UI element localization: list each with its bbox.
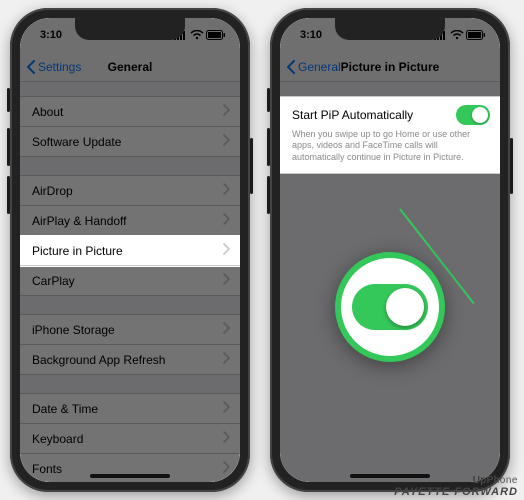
row-label: About [32, 105, 63, 119]
pip-content: Start PiP Automatically When you swipe u… [280, 82, 500, 482]
navbar-right: General Picture in Picture [280, 52, 500, 82]
pip-setting-description: When you swipe up to go Home or use othe… [292, 129, 490, 163]
chevron-right-icon [222, 461, 230, 476]
chevron-right-icon [222, 273, 230, 288]
row-label: Picture in Picture [32, 244, 123, 258]
zoom-lens [335, 252, 445, 362]
navbar-left: Settings General [20, 52, 240, 82]
volume-up[interactable] [267, 128, 270, 166]
back-button[interactable]: General [286, 60, 341, 74]
chevron-right-icon [222, 401, 230, 416]
mute-switch[interactable] [7, 88, 10, 112]
settings-row[interactable]: Picture in Picture [20, 236, 240, 266]
settings-row[interactable]: AirPlay & Handoff [20, 206, 240, 236]
notch [335, 18, 445, 40]
row-label: Keyboard [32, 432, 83, 446]
battery-icon [206, 30, 226, 40]
pip-setting-label: Start PiP Automatically [292, 108, 413, 122]
settings-row[interactable]: Keyboard [20, 424, 240, 454]
home-indicator[interactable] [90, 474, 170, 478]
back-label: Settings [38, 60, 81, 74]
row-label: AirPlay & Handoff [32, 214, 127, 228]
volume-down[interactable] [267, 176, 270, 214]
battery-icon [466, 30, 486, 40]
pip-toggle[interactable] [456, 105, 490, 125]
screen-left: 3:10 Settings General About Software Upda… [20, 18, 240, 482]
phone-right: 3:10 General Picture in Picture Start Pi [270, 8, 510, 492]
chevron-left-icon [286, 60, 296, 74]
toggle-knob [472, 107, 488, 123]
chevron-right-icon [222, 431, 230, 446]
chevron-right-icon [222, 322, 230, 337]
row-label: Fonts [32, 462, 62, 476]
back-label: General [298, 60, 341, 74]
settings-row[interactable]: About [20, 97, 240, 127]
pip-setting-card: Start PiP Automatically When you swipe u… [280, 96, 500, 174]
settings-row[interactable]: Date & Time [20, 394, 240, 424]
status-time: 3:10 [40, 29, 62, 41]
pip-toggle-zoomed [352, 284, 428, 330]
settings-row[interactable]: iPhone Storage [20, 315, 240, 345]
settings-row[interactable]: Background App Refresh [20, 345, 240, 375]
chevron-right-icon [222, 352, 230, 367]
volume-up[interactable] [7, 128, 10, 166]
row-label: Date & Time [32, 402, 98, 416]
chevron-right-icon [222, 183, 230, 198]
home-indicator[interactable] [350, 474, 430, 478]
back-button[interactable]: Settings [26, 60, 81, 74]
notch [75, 18, 185, 40]
wifi-icon [190, 30, 204, 40]
settings-row[interactable]: CarPlay [20, 266, 240, 296]
mute-switch[interactable] [267, 88, 270, 112]
side-button[interactable] [510, 138, 513, 194]
row-label: AirDrop [32, 184, 73, 198]
row-label: CarPlay [32, 274, 75, 288]
settings-row[interactable]: AirDrop [20, 176, 240, 206]
chevron-right-icon [222, 134, 230, 149]
chevron-left-icon [26, 60, 36, 74]
phone-left: 3:10 Settings General About Software Upda… [10, 8, 250, 492]
row-label: iPhone Storage [32, 323, 115, 337]
chevron-right-icon [222, 104, 230, 119]
side-button[interactable] [250, 138, 253, 194]
toggle-knob-zoomed [386, 288, 424, 326]
settings-list[interactable]: About Software Update AirDrop AirPlay & Han… [20, 82, 240, 482]
wifi-icon [450, 30, 464, 40]
chevron-right-icon [222, 243, 230, 258]
row-label: Background App Refresh [32, 353, 165, 367]
watermark: UpPhone PAYETTE FORWARD [394, 475, 518, 498]
chevron-right-icon [222, 213, 230, 228]
watermark-line2: PAYETTE FORWARD [394, 486, 518, 498]
status-time: 3:10 [300, 29, 322, 41]
settings-row[interactable]: Software Update [20, 127, 240, 157]
screen-right: 3:10 General Picture in Picture Start Pi [280, 18, 500, 482]
volume-down[interactable] [7, 176, 10, 214]
row-label: Software Update [32, 135, 121, 149]
